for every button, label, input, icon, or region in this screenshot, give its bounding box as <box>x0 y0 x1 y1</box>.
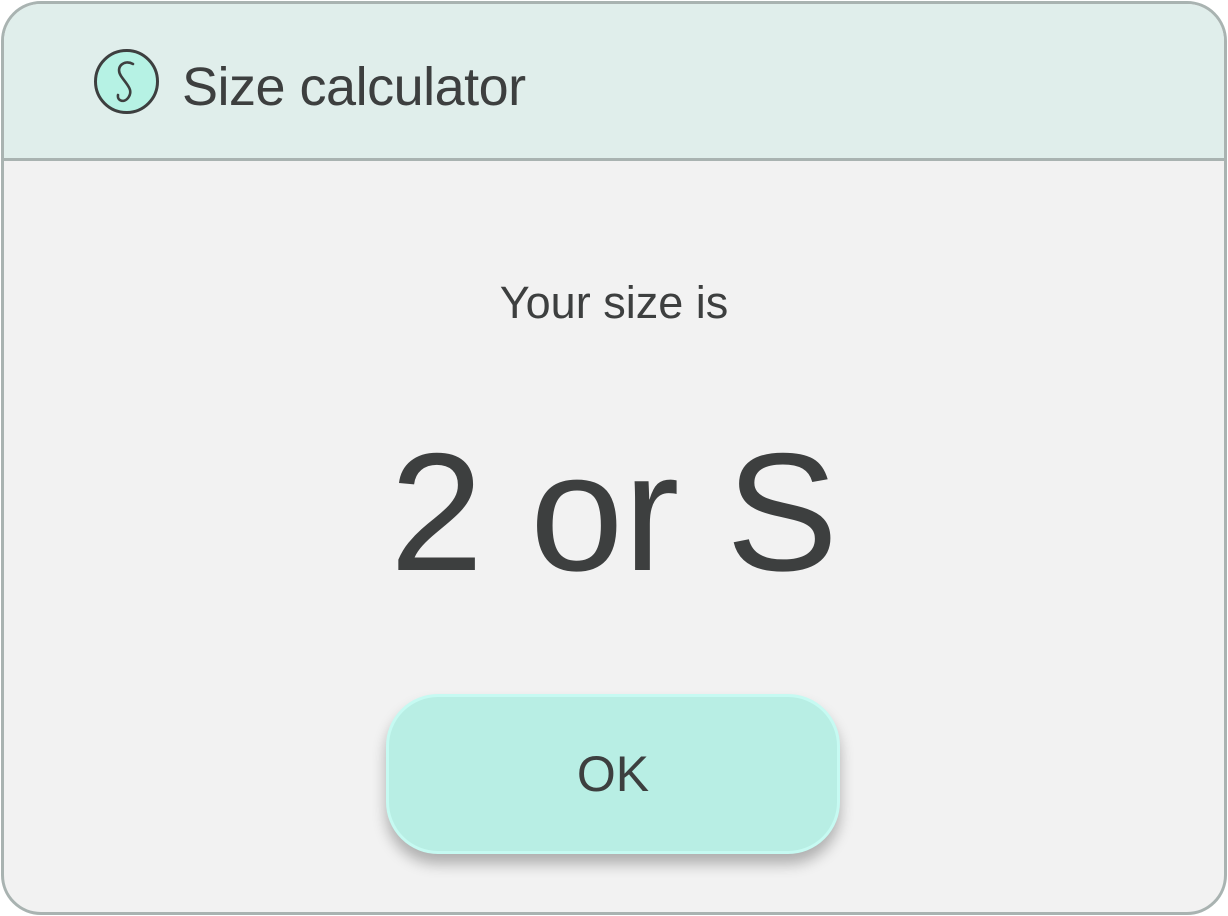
ok-button[interactable]: OK <box>386 694 840 854</box>
s-logo-icon <box>94 49 159 114</box>
size-result: 2 or S <box>389 418 839 606</box>
size-calculator-dialog: Size calculator Your size is 2 or S OK <box>1 1 1227 915</box>
window-title: Size calculator <box>182 57 526 117</box>
size-prompt: Your size is <box>499 277 729 328</box>
title-bar: Size calculator <box>4 4 1224 161</box>
